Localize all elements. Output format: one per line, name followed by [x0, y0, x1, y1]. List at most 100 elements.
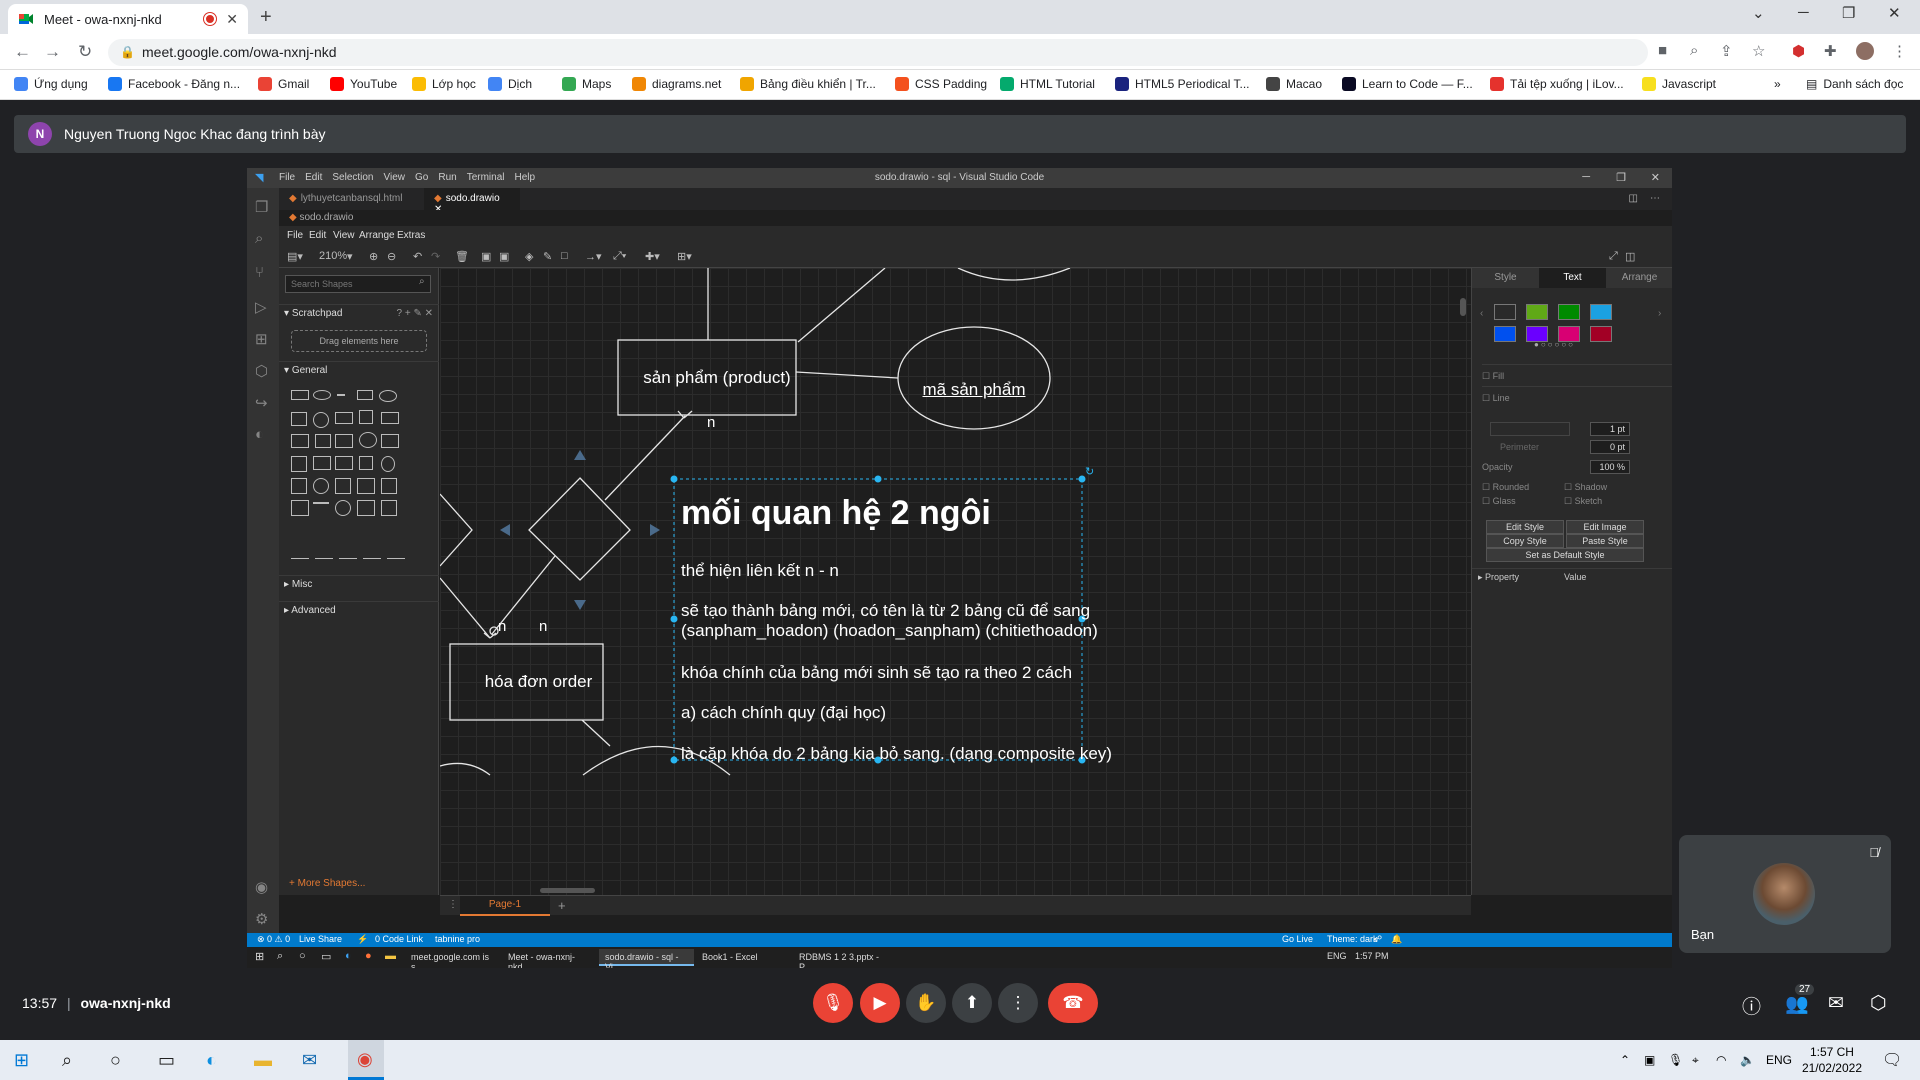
shape-template[interactable] — [381, 412, 399, 424]
problems-status[interactable]: ⊗ 0 ⚠ 0 — [257, 934, 290, 945]
bookmark-item[interactable]: Dịch — [488, 77, 532, 91]
shape-template[interactable] — [335, 500, 351, 516]
horizontal-scrollbar[interactable] — [540, 888, 595, 893]
swatch-next-icon[interactable]: › — [1658, 308, 1661, 319]
bookmark-item[interactable]: YouTube — [330, 77, 397, 91]
camera-toggle-button[interactable]: ▶ — [860, 983, 900, 1023]
handle-nw[interactable] — [670, 475, 678, 483]
fill-row[interactable]: ☐ Fill — [1482, 364, 1672, 382]
split-editor-icon[interactable]: ◫ — [1629, 193, 1638, 204]
drawio-menu-item[interactable]: File — [287, 230, 303, 241]
bookmark-item[interactable]: Maps — [562, 77, 611, 91]
start-icon[interactable]: ⊞ — [14, 1050, 29, 1071]
drawio-menu-item[interactable]: Edit — [309, 230, 326, 241]
misc-header[interactable]: ▸ Misc — [279, 575, 439, 593]
remote-icon[interactable]: ⬡ — [255, 362, 268, 380]
shape-template[interactable] — [291, 412, 307, 426]
redo-icon[interactable]: ↷ — [431, 250, 440, 263]
feedback-icon[interactable]: ☍ — [1373, 934, 1382, 945]
close-window-button[interactable]: ✕ — [1888, 4, 1901, 22]
file-explorer-icon[interactable]: ▬ — [254, 1050, 272, 1071]
to-back-icon[interactable]: ▣ — [499, 250, 509, 263]
shape-template[interactable] — [313, 456, 331, 470]
leave-call-button[interactable]: ☎ — [1048, 983, 1098, 1023]
search-icon[interactable]: ⌕ — [62, 1050, 72, 1071]
forward-icon[interactable]: → — [44, 42, 61, 62]
drawio-menu-item[interactable]: View — [333, 230, 355, 241]
share-icon[interactable]: ⇪ — [1720, 42, 1733, 60]
more-options-button[interactable]: ⋮ — [998, 983, 1038, 1023]
connection-icon[interactable]: →▾ — [585, 250, 602, 263]
line-width-input[interactable]: 1 pt — [1590, 422, 1630, 436]
rotate-handle-icon[interactable]: ↻ — [1085, 466, 1094, 478]
more-actions-icon[interactable]: ⋯ — [1650, 193, 1660, 204]
connector-template[interactable] — [291, 558, 309, 559]
shape-template[interactable] — [359, 456, 373, 470]
bookmark-item[interactable]: Lớp học — [412, 77, 476, 91]
vertical-scrollbar[interactable] — [1460, 298, 1466, 316]
task-view-icon[interactable]: ▭ — [158, 1050, 175, 1071]
bookmark-item[interactable]: Learn to Code — F... — [1342, 77, 1473, 91]
shape-template[interactable] — [381, 500, 397, 516]
fill-color-icon[interactable]: ◈ — [525, 250, 533, 263]
color-swatch[interactable] — [1526, 304, 1548, 320]
tab-search-icon[interactable]: ⌄ — [1752, 4, 1765, 22]
format-toggle-icon[interactable]: ◫ — [1625, 250, 1635, 263]
camera-icon[interactable]: ■ — [1658, 42, 1667, 59]
page-tab-1[interactable]: Page-1 — [460, 896, 550, 916]
volume-tray-icon[interactable]: 🔈 — [1740, 1053, 1755, 1067]
shape-template[interactable] — [315, 434, 331, 448]
shape-template[interactable] — [291, 390, 309, 400]
edit-style-button[interactable]: Edit Style — [1486, 520, 1564, 534]
live-share-icon[interactable]: ↪ — [255, 394, 268, 412]
color-swatch[interactable] — [1494, 304, 1516, 320]
share-icon[interactable]: ⚡ — [357, 934, 368, 945]
search-icon[interactable]: ⌕ — [419, 276, 425, 287]
arrow-handle-right-icon[interactable] — [650, 524, 660, 536]
connector-template[interactable] — [387, 558, 405, 559]
source-control-icon[interactable]: ⑂ — [255, 264, 264, 281]
connector-template[interactable] — [339, 558, 357, 559]
mic-toggle-button[interactable]: 🎙 — [813, 983, 853, 1023]
sketch-checkbox[interactable]: ☐ Sketch — [1564, 496, 1602, 507]
meet-tray-icon[interactable]: ▣ — [1644, 1053, 1655, 1067]
profile-avatar[interactable] — [1856, 42, 1874, 60]
bookmark-item[interactable]: Tải tệp xuống | iLov... — [1490, 77, 1624, 91]
shape-template[interactable] — [357, 478, 375, 494]
network-tray-icon[interactable]: ⌖ — [1692, 1053, 1699, 1068]
breadcrumb[interactable]: ◆ sodo.drawio — [279, 210, 1672, 226]
bookmark-item[interactable]: Bảng điều khiển | Tr... — [740, 77, 876, 91]
connector-template[interactable] — [315, 558, 333, 559]
line-row[interactable]: ☐ Line — [1482, 386, 1672, 404]
swatch-page-dots[interactable]: ●○○○○○ — [1534, 340, 1575, 349]
tabnine-status[interactable]: tabnine pro — [435, 934, 480, 944]
reading-list-button[interactable]: ▤ Danh sách đọc — [1806, 77, 1903, 91]
browser-tab-meet[interactable]: Meet - owa-nxnj-nkd ✕ — [8, 4, 248, 34]
taskbar-clock[interactable]: 1:57 CH 21/02/2022 — [1802, 1044, 1862, 1076]
add-page-icon[interactable]: + — [558, 898, 566, 913]
drawio-menu-item[interactable]: Extras — [397, 230, 425, 241]
drawio-menu-item[interactable]: Arrange — [359, 230, 395, 241]
go-live-status[interactable]: Go Live — [1282, 934, 1313, 944]
edge-icon[interactable]: ◐ — [206, 1050, 217, 1071]
mic-tray-icon[interactable]: 🎙 — [1668, 1053, 1683, 1067]
vscode-minimize-button[interactable]: ─ — [1582, 171, 1590, 183]
bookmark-item[interactable]: diagrams.net — [632, 77, 721, 91]
scratchpad-actions-icon[interactable]: ? + ✎ ✕ — [397, 308, 434, 319]
language-indicator[interactable]: ENG — [1766, 1053, 1792, 1067]
back-icon[interactable]: ← — [14, 42, 31, 62]
edit-image-button[interactable]: Edit Image — [1566, 520, 1644, 534]
bookmark-item[interactable]: Javascript — [1642, 77, 1716, 91]
copy-style-button[interactable]: Copy Style — [1486, 534, 1564, 548]
shape-template[interactable] — [359, 432, 377, 448]
code-link-status[interactable]: 0 Code Link — [375, 934, 423, 944]
bookmark-item[interactable]: Macao — [1266, 77, 1322, 91]
arrow-handle-up-icon[interactable] — [574, 450, 586, 460]
vscode-restore-button[interactable]: ❐ — [1616, 171, 1626, 184]
to-front-icon[interactable]: ▣ — [481, 250, 491, 263]
shape-template[interactable] — [337, 394, 345, 396]
set-default-style-button[interactable]: Set as Default Style — [1486, 548, 1644, 562]
swatch-prev-icon[interactable]: ‹ — [1480, 308, 1483, 319]
shape-template[interactable] — [335, 456, 353, 470]
property-table-header[interactable]: ▸ Property Value — [1472, 568, 1672, 584]
